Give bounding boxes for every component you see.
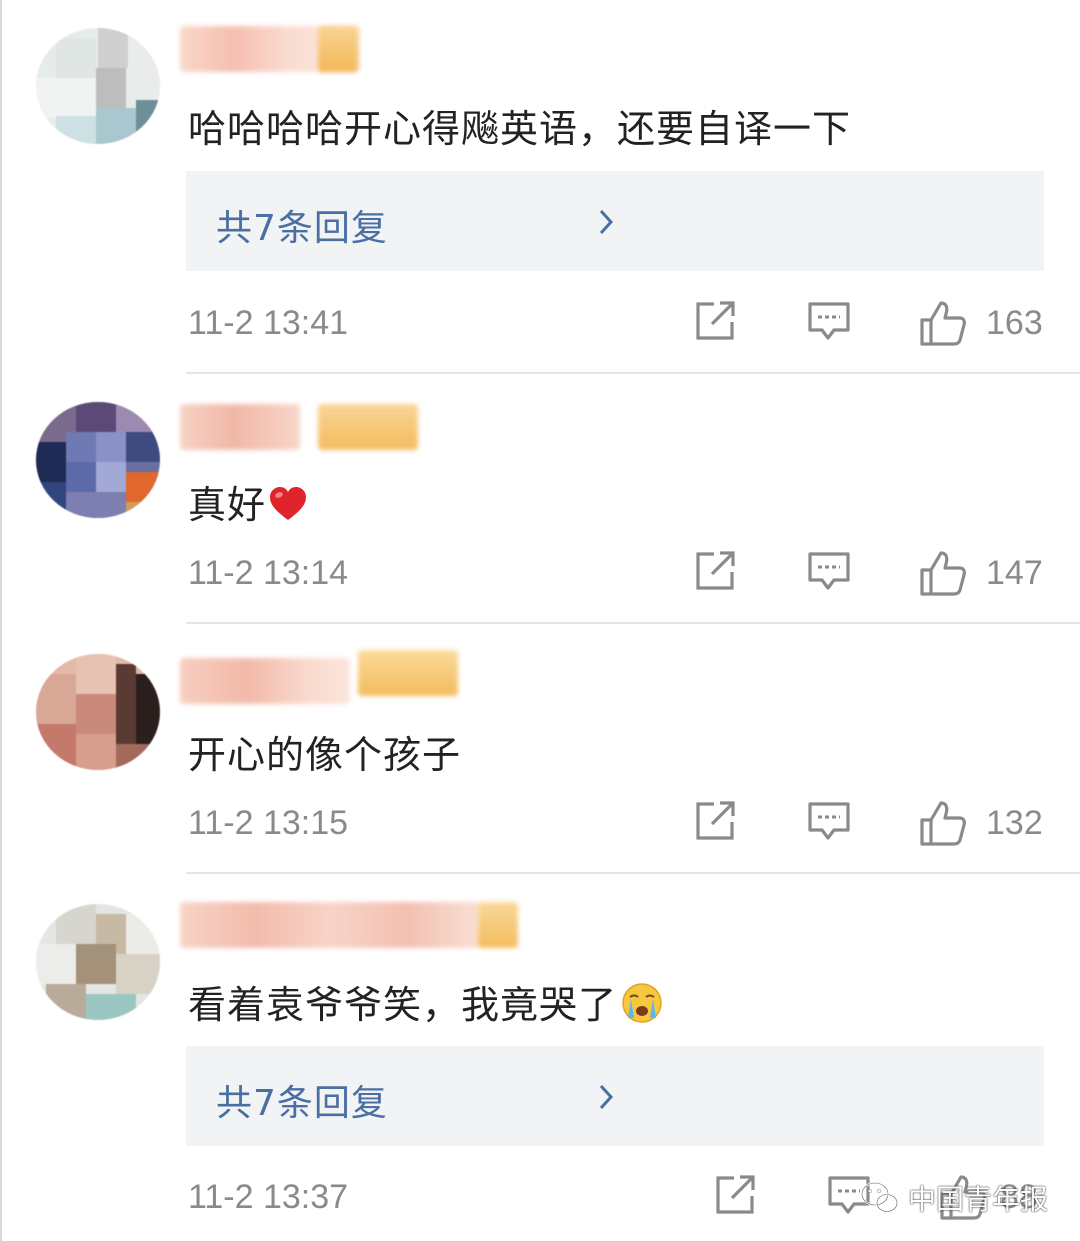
comment-icon[interactable] [806,298,852,344]
watermark-text: 中国青年报 [908,1183,1049,1216]
crying-face-emoji-icon [622,983,662,1023]
thumbs-up-icon[interactable] [918,798,968,848]
avatar[interactable] [36,654,160,770]
comment-text-body: 看着袁爷爷笑，我竟哭了 [188,983,618,1027]
share-icon[interactable] [692,548,738,594]
like-count: 132 [986,804,1043,842]
divider [186,622,1080,624]
username-blurred[interactable] [180,658,350,704]
comment-text-body: 真好 [188,483,267,527]
thumbs-up-icon[interactable] [918,298,968,348]
user-badge [318,404,418,450]
comment-meta: 11-2 13:14 147 [0,544,1080,604]
timestamp: 11-2 13:41 [188,304,349,342]
user-badge [358,650,458,696]
avatar[interactable] [36,28,160,144]
share-icon[interactable] [712,1172,758,1218]
chevron-right-icon [599,209,614,235]
wechat-icon [860,1181,899,1213]
replies-label: 共7条回复 [216,1083,388,1124]
comment-icon[interactable] [806,548,852,594]
chevron-right-icon [599,1084,614,1110]
divider [186,372,1080,374]
avatar[interactable] [36,904,160,1020]
watermark: 中国青年报 [860,1178,1048,1218]
timestamp: 11-2 13:14 [188,554,349,592]
comment-icon[interactable] [806,798,852,844]
comment-text: 哈哈哈哈开心得飚英语，还要自译一下 [188,107,852,151]
username-blurred[interactable] [180,902,480,948]
timestamp: 11-2 13:37 [188,1178,349,1216]
avatar[interactable] [36,402,160,518]
comment-text: 开心的像个孩子 [188,733,462,777]
view-replies-button[interactable]: 共7条回复 [186,171,1044,271]
comment-text: 真好 [188,474,308,529]
share-icon[interactable] [692,298,738,344]
left-edge [0,0,2,1241]
replies-label: 共7条回复 [216,208,388,249]
user-badge [478,902,518,948]
timestamp: 11-2 13:15 [188,804,349,842]
comment-meta: 11-2 13:41 163 [0,294,1080,354]
user-badge [318,26,358,72]
thumbs-up-icon[interactable] [918,548,968,598]
like-count: 163 [986,304,1043,342]
view-replies-button[interactable]: 共7条回复 [186,1046,1044,1146]
divider [186,872,1080,874]
comment-meta: 11-2 13:15 132 [0,794,1080,854]
like-count: 147 [986,554,1043,592]
username-blurred[interactable] [180,404,300,450]
share-icon[interactable] [692,798,738,844]
comment-text: 看着袁爷爷笑，我竟哭了 [188,974,663,1029]
heart-emoji-icon [270,487,307,520]
